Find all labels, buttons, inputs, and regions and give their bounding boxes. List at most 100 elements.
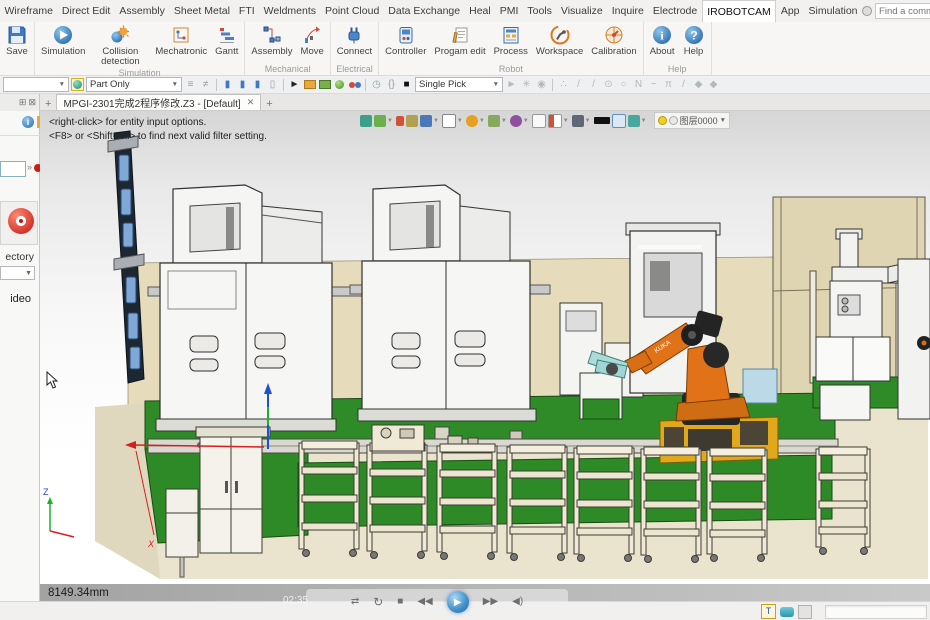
filter-edge-icon[interactable]: ▮: [251, 78, 264, 91]
frame-icon[interactable]: [612, 114, 626, 128]
rewind-icon[interactable]: ◀◀: [417, 597, 432, 607]
info-icon[interactable]: i: [22, 116, 34, 128]
recorder-path-input[interactable]: [0, 161, 26, 177]
align-icon-1[interactable]: ≡: [184, 78, 197, 91]
background-icon[interactable]: [488, 115, 500, 127]
display-stack-icon[interactable]: [420, 115, 432, 127]
doc-pin-icon[interactable]: +: [40, 98, 56, 110]
menu-tab-tools[interactable]: Tools: [523, 0, 557, 22]
menu-tab-simulation[interactable]: Simulation: [804, 0, 862, 22]
pan-hand-icon[interactable]: [628, 115, 640, 127]
menu-tab-electrode[interactable]: Electrode: [648, 0, 701, 22]
window-split-icon[interactable]: [548, 114, 562, 128]
brackets-icon[interactable]: {}: [385, 78, 398, 91]
layer-visible-icon[interactable]: [658, 116, 667, 125]
menu-tab-wireframe[interactable]: Wireframe: [0, 0, 57, 22]
collision-detection-button[interactable]: Collision detection: [89, 22, 151, 67]
filter-hand2-icon[interactable]: ◆: [707, 78, 720, 91]
filter-arc-icon[interactable]: ○: [617, 78, 630, 91]
program-edit-button[interactable]: Progam edit: [430, 22, 489, 57]
pick-arrow-icon[interactable]: ►: [288, 78, 301, 91]
close-tab-icon[interactable]: ✕: [247, 97, 255, 108]
history-combo[interactable]: ▼: [3, 77, 69, 92]
filter-circle-icon[interactable]: ⊙: [602, 78, 615, 91]
pick-cursor-icon[interactable]: ►: [505, 78, 518, 91]
panel-dock-icon[interactable]: ⊞: [19, 97, 27, 108]
shaded-mode-icon[interactable]: [572, 115, 584, 127]
save-button[interactable]: Save: [2, 22, 32, 57]
new-tab-button[interactable]: +: [261, 98, 277, 110]
pick-mode-combo[interactable]: Single Pick▼: [415, 77, 503, 92]
process-button[interactable]: Process: [490, 22, 532, 57]
filter-pi-icon[interactable]: π: [662, 78, 675, 91]
menu-tab-point-cloud[interactable]: Point Cloud: [321, 0, 384, 22]
repeat-icon[interactable]: ↻: [373, 596, 383, 608]
chevron-expand-icon[interactable]: »: [27, 162, 32, 172]
filter-hand-icon[interactable]: ◆: [692, 78, 705, 91]
filter-spline-icon[interactable]: ~: [647, 78, 660, 91]
entity-ball-icon[interactable]: [333, 78, 346, 91]
align-icon-2[interactable]: ≠: [199, 78, 212, 91]
controller-button[interactable]: Controller: [381, 22, 430, 57]
filter-scope-combo[interactable]: Part Only▼: [86, 77, 182, 92]
filter-seg-icon[interactable]: /: [677, 78, 690, 91]
section-icon[interactable]: [406, 115, 418, 127]
menu-tab-direct-edit[interactable]: Direct Edit: [57, 0, 114, 22]
paint-icon[interactable]: [396, 116, 404, 126]
viewport[interactable]: <right-click> for entity input options. …: [40, 111, 930, 601]
connect-button[interactable]: Connect: [333, 22, 376, 57]
menu-tab-weldments[interactable]: Weldments: [259, 0, 320, 22]
directory-combo[interactable]: ▼: [0, 266, 35, 280]
calibration-button[interactable]: Calibration: [587, 22, 640, 57]
history-clock-icon[interactable]: ◷: [370, 78, 383, 91]
menu-tab-data-exchange[interactable]: Data Exchange: [384, 0, 465, 22]
filter-solid-icon[interactable]: ▮: [221, 78, 234, 91]
stop-record-icon[interactable]: ■: [400, 78, 413, 91]
layer-selector[interactable]: 图层0000 ▼: [654, 112, 730, 129]
text-status-icon[interactable]: T: [761, 604, 776, 619]
view-cube-icon[interactable]: [442, 114, 456, 128]
display-status-icon[interactable]: [780, 607, 794, 617]
menu-tab-fti[interactable]: FTI: [234, 0, 259, 22]
move-button[interactable]: Move: [297, 22, 328, 57]
folder-open-icon[interactable]: [303, 78, 316, 91]
menu-tab-visualize[interactable]: Visualize: [556, 0, 607, 22]
menu-tab-irobotcam[interactable]: IROBOTCAM: [702, 0, 777, 22]
gantt-button[interactable]: Gantt: [211, 22, 242, 57]
folder-add-icon[interactable]: [318, 78, 331, 91]
simulation-button[interactable]: Simulation: [37, 22, 89, 57]
filter-line-icon[interactable]: /: [572, 78, 585, 91]
section-view-toggle[interactable]: [71, 78, 84, 91]
stop-icon[interactable]: ■: [397, 597, 403, 607]
command-search-input[interactable]: [875, 3, 930, 19]
pick-flood-icon[interactable]: ◉: [535, 78, 548, 91]
entity-pair-icon[interactable]: [348, 78, 361, 91]
mechatronic-button[interactable]: Mechatronic: [151, 22, 211, 57]
exit-env-icon[interactable]: [360, 115, 372, 127]
document-tab[interactable]: MPGI-2301完成2程序修改.Z3 - [Default] ✕: [56, 94, 261, 110]
volume-icon[interactable]: ◀): [512, 597, 523, 607]
filter-curve-icon[interactable]: N: [632, 78, 645, 91]
workspace-button[interactable]: Workspace: [532, 22, 587, 57]
filter-vertex-icon[interactable]: ▯: [266, 78, 279, 91]
assembly-button[interactable]: Assembly: [247, 22, 296, 57]
view-manager-icon[interactable]: [374, 115, 386, 127]
render-wheel-icon[interactable]: [466, 115, 478, 127]
record-button[interactable]: [8, 208, 34, 234]
menu-tab-app[interactable]: App: [776, 0, 804, 22]
filter-face-icon[interactable]: ▮: [236, 78, 249, 91]
menu-tab-pmi[interactable]: PMI: [495, 0, 523, 22]
fast-forward-icon[interactable]: ▶▶: [483, 597, 498, 607]
menu-tab-sheet-metal[interactable]: Sheet Metal: [169, 0, 234, 22]
filter-line2-icon[interactable]: /: [587, 78, 600, 91]
play-button[interactable]: ▶: [447, 591, 469, 613]
viewport-scene[interactable]: KUKA: [40, 111, 930, 584]
pick-chain-icon[interactable]: ✳: [520, 78, 533, 91]
menu-tab-inquire[interactable]: Inquire: [607, 0, 648, 22]
pin-icon[interactable]: [862, 6, 872, 16]
help-button[interactable]: ? Help: [679, 22, 709, 57]
window-status-icon[interactable]: [798, 605, 812, 619]
shuffle-icon[interactable]: ⇄: [351, 597, 359, 607]
target-icon[interactable]: [510, 115, 522, 127]
about-button[interactable]: i About: [646, 22, 679, 57]
